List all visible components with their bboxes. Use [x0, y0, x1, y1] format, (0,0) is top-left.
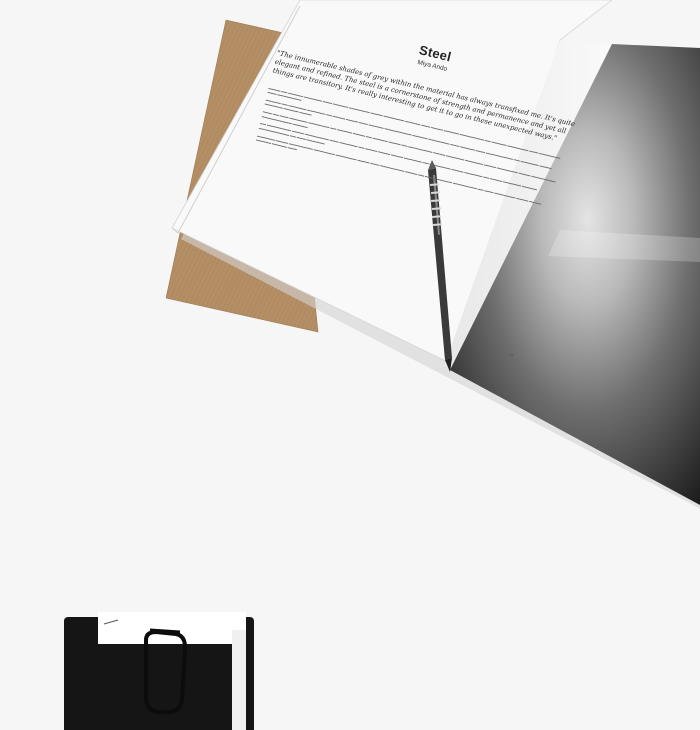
desk-scene: Steel Miya Ando "The innumerable shades … [0, 0, 700, 730]
